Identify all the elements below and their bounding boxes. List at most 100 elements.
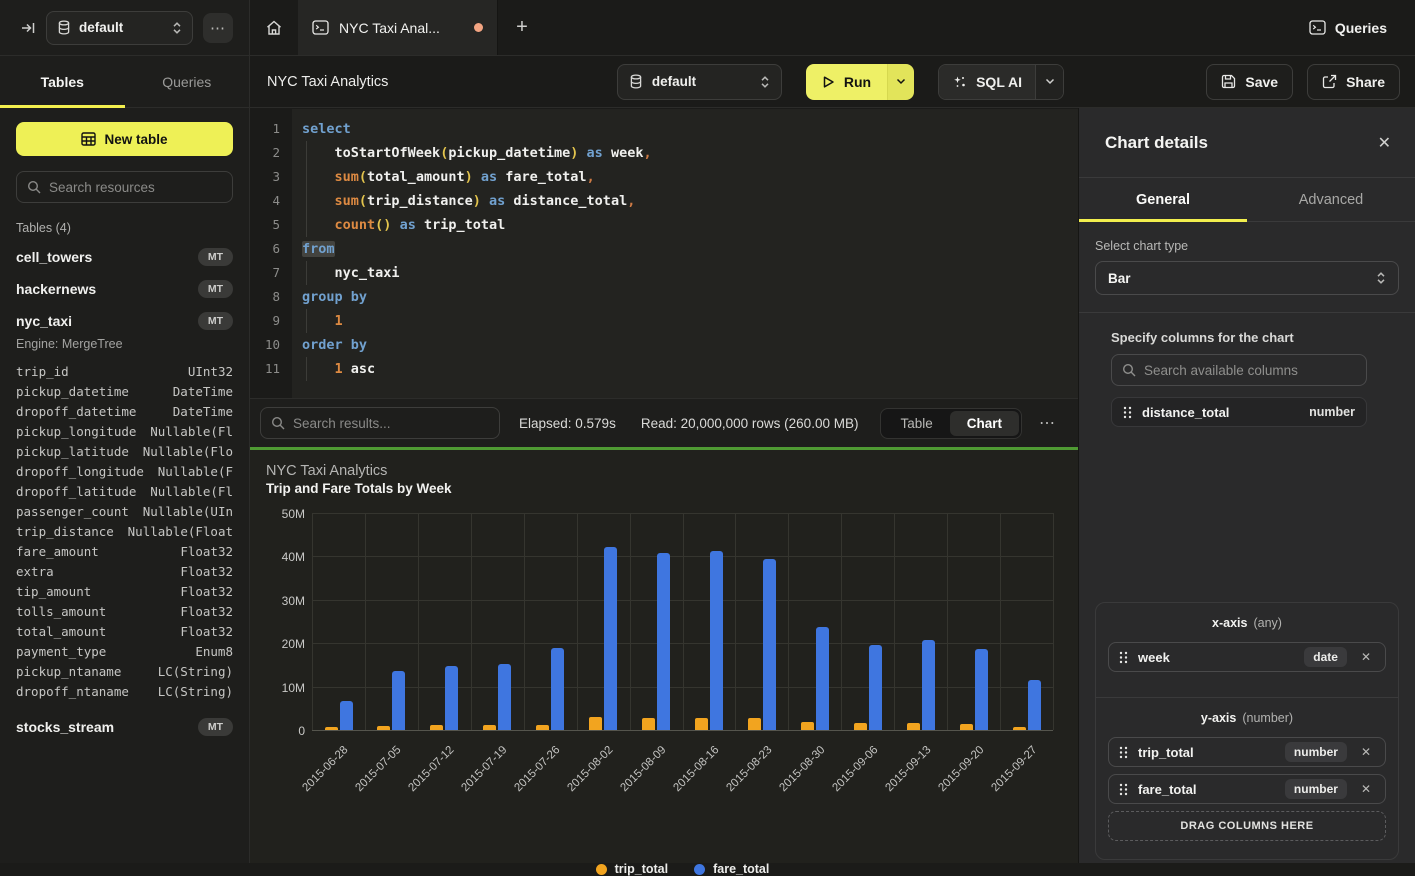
sidebar-tab-queries[interactable]: Queries	[125, 56, 250, 107]
legend-item-fare_total[interactable]: fare_total	[694, 862, 769, 876]
share-button[interactable]: Share	[1307, 64, 1400, 100]
chart-x-labels: 2015-06-282015-07-052015-07-122015-07-19…	[312, 732, 1053, 802]
database-selector[interactable]: default	[46, 11, 193, 45]
collapse-sidebar-icon[interactable]	[20, 20, 36, 36]
code-token	[603, 145, 611, 161]
column-name: trip_distance	[16, 524, 114, 539]
results-search-input[interactable]	[293, 416, 489, 431]
close-icon[interactable]: ✕	[1378, 133, 1391, 153]
new-tab-button[interactable]: +	[498, 0, 546, 55]
run-button[interactable]: Run	[806, 64, 914, 100]
queries-button[interactable]: Queries	[1309, 20, 1387, 36]
results-more-button[interactable]: ⋯	[1039, 413, 1056, 433]
save-button[interactable]: Save	[1206, 64, 1293, 100]
bar-trip-total	[589, 717, 602, 730]
gridline-v	[471, 513, 472, 730]
editor-code[interactable]: select toStartOfWeek(pickup_datetime) as…	[292, 109, 1078, 398]
column-type: DateTime	[173, 384, 233, 399]
gridline-v	[735, 513, 736, 730]
code-token	[416, 217, 424, 233]
sidebar-more-button[interactable]: ⋯	[203, 13, 233, 43]
column-type: Float32	[180, 564, 233, 579]
code-token	[302, 313, 335, 329]
query-toolbar: NYC Taxi Analytics default Run	[250, 56, 1078, 108]
run-database-selector[interactable]: default	[617, 64, 782, 100]
x-axis-item-week[interactable]: weekdate✕	[1108, 642, 1386, 672]
chevron-updown-icon	[760, 75, 770, 89]
remove-icon[interactable]: ✕	[1357, 650, 1375, 664]
remove-icon[interactable]: ✕	[1357, 745, 1375, 759]
tab-title: NYC Taxi Anal...	[339, 20, 464, 36]
bar-fare-total	[604, 547, 617, 730]
code-token: (	[359, 193, 367, 209]
chart-title: NYC Taxi Analytics	[266, 463, 1078, 479]
column-name: pickup_ntaname	[16, 664, 121, 679]
table-item-nyc_taxi[interactable]: nyc_taxiMT	[0, 305, 249, 337]
gridline-v	[894, 513, 895, 730]
y-tick-label: 0	[255, 724, 305, 738]
chart-panel: NYC Taxi Analytics Trip and Fare Totals …	[250, 447, 1078, 863]
gridline-v	[947, 513, 948, 730]
available-column-distance_total[interactable]: distance_totalnumber	[1111, 397, 1367, 427]
bar-trip-total	[748, 718, 761, 730]
chevron-updown-icon	[172, 21, 182, 35]
code-token: ,	[587, 169, 595, 185]
tab-general[interactable]: General	[1079, 178, 1247, 221]
bar-fare-total	[551, 648, 564, 730]
code-token: ,	[627, 193, 635, 209]
x-axis-items: weekdate✕	[1108, 642, 1386, 672]
code-token: ,	[643, 145, 651, 161]
line-number: 2	[250, 141, 292, 165]
columns-search-input[interactable]	[1144, 363, 1356, 378]
tab-advanced[interactable]: Advanced	[1247, 178, 1415, 221]
run-options-caret[interactable]	[887, 64, 914, 100]
sidebar-tab-tables[interactable]: Tables	[0, 56, 125, 107]
code-token: (	[359, 169, 367, 185]
code-token: sum	[335, 169, 359, 185]
home-button[interactable]	[250, 0, 298, 55]
new-table-button[interactable]: New table	[16, 122, 233, 156]
run-button-main[interactable]: Run	[806, 64, 887, 100]
bar-fare-total	[498, 664, 511, 730]
results-search[interactable]	[260, 407, 500, 439]
sql-ai-caret[interactable]	[1035, 65, 1063, 99]
legend-item-trip_total[interactable]: trip_total	[596, 862, 668, 876]
code-token: toStartOfWeek	[335, 145, 441, 161]
resource-search-input[interactable]	[49, 180, 222, 195]
column-name: tip_amount	[16, 584, 91, 599]
sql-ai-main[interactable]: SQL AI	[939, 65, 1035, 99]
run-button-label: Run	[844, 74, 871, 90]
columns-search[interactable]	[1111, 354, 1367, 386]
column-type: Nullable(Fl	[150, 424, 233, 439]
line-number: 1	[250, 117, 292, 141]
chart-subtitle: Trip and Fare Totals by Week	[266, 481, 1078, 496]
sql-editor[interactable]: 1234567891011 select toStartOfWeek(picku…	[250, 109, 1078, 398]
code-line-5: count() as trip_total	[302, 213, 1078, 237]
drag-handle-icon	[1119, 651, 1128, 664]
column-name: extra	[16, 564, 54, 579]
tab-nyc-taxi-analytics[interactable]: NYC Taxi Anal...	[298, 0, 498, 55]
view-toggle-table[interactable]: Table	[883, 411, 949, 436]
table-item-hackernews[interactable]: hackernewsMT	[0, 273, 249, 305]
remove-icon[interactable]: ✕	[1357, 782, 1375, 796]
column-row: passenger_countNullable(UIn	[0, 501, 249, 521]
y-axis-item-fare_total[interactable]: fare_totalnumber✕	[1108, 774, 1386, 804]
legend-label: fare_total	[713, 862, 769, 876]
column-row: pickup_ntanameLC(String)	[0, 661, 249, 681]
line-number: 11	[250, 357, 292, 381]
table-item-cell_towers[interactable]: cell_towersMT	[0, 241, 249, 273]
y-axis-item-trip_total[interactable]: trip_totalnumber✕	[1108, 737, 1386, 767]
resource-search[interactable]	[16, 171, 233, 203]
column-name: dropoff_longitude	[16, 464, 144, 479]
code-token	[343, 361, 351, 377]
column-type: UInt32	[188, 364, 233, 379]
column-row: tolls_amountFloat32	[0, 601, 249, 621]
drop-zone[interactable]: DRAG COLUMNS HERE	[1108, 811, 1386, 841]
gridline-h	[312, 730, 1053, 731]
code-token	[302, 193, 335, 209]
view-toggle-chart[interactable]: Chart	[950, 411, 1019, 436]
sql-ai-button[interactable]: SQL AI	[938, 64, 1064, 100]
table-item-stocks_stream[interactable]: stocks_streamMT	[0, 711, 249, 743]
y-axis-item-name: fare_total	[1138, 782, 1275, 797]
chart-type-select[interactable]: Bar	[1095, 261, 1399, 295]
